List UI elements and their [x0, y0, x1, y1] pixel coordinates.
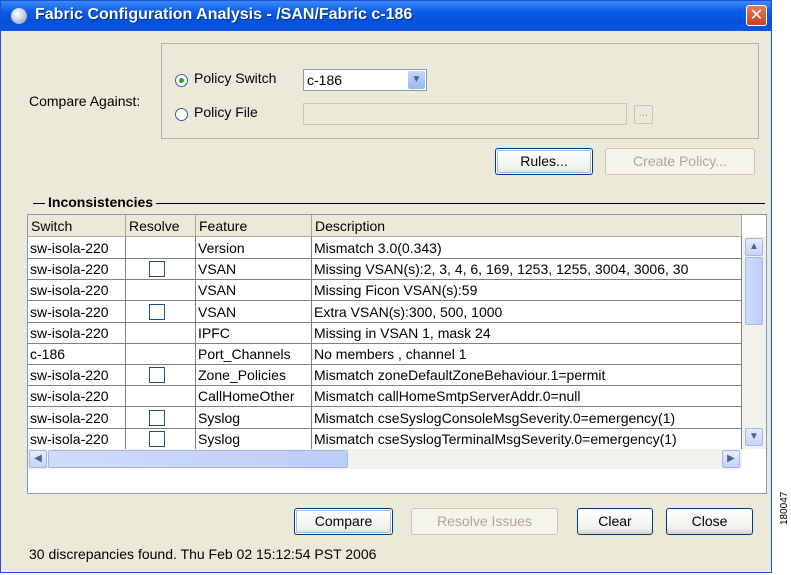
inconsistencies-table[interactable]: Switch Resolve Feature Description sw-is… [27, 214, 767, 494]
table-row[interactable]: sw-isola-220 VSAN Missing Ficon VSAN(s):59 [28, 279, 742, 302]
switch-cell: c-186 [28, 343, 126, 365]
app-globe-icon [11, 8, 27, 24]
resolve-checkbox[interactable] [149, 367, 165, 384]
feature-cell: Version [196, 237, 312, 259]
figure-number: 180047 [779, 491, 790, 525]
switch-cell: sw-isola-220 [28, 237, 126, 259]
switch-cell: sw-isola-220 [28, 364, 126, 387]
description-cell: Mismatch zoneDefaultZoneBehaviour.1=perm… [312, 364, 742, 387]
table-header: Switch Resolve Feature Description [28, 215, 742, 237]
table-row[interactable]: sw-isola-220 CallHomeOther Mismatch callHo… [28, 385, 742, 408]
feature-cell: IPFC [196, 321, 312, 344]
column-header-switch[interactable]: Switch [28, 215, 126, 237]
resolve-issues-button[interactable]: Resolve Issues [411, 508, 558, 535]
scroll-down-icon[interactable]: ▼ [745, 428, 763, 446]
description-cell: Missing Ficon VSAN(s):59 [312, 279, 742, 302]
policy-switch-radio[interactable] [175, 74, 188, 87]
table-row[interactable]: sw-isola-220 Version Mismatch 3.0(0.343) [28, 237, 742, 260]
browse-file-button[interactable]: ... [634, 105, 653, 124]
feature-cell: CallHomeOther [196, 385, 312, 408]
resolve-cell [126, 258, 196, 281]
description-cell: Mismatch callHomeSmtpServerAddr.0=null [312, 385, 742, 408]
switch-cell: sw-isola-220 [28, 321, 126, 344]
chevron-down-icon[interactable]: ▼ [408, 71, 425, 89]
status-text: 30 discrepancies found. Thu Feb 02 15:12… [29, 546, 377, 562]
switch-cell: sw-isola-220 [28, 279, 126, 302]
policy-switch-label: Policy Switch [194, 70, 277, 86]
feature-cell: Syslog [196, 406, 312, 429]
fabric-config-analysis-window: Fabric Configuration Analysis - /SAN/Fab… [0, 0, 772, 573]
feature-cell: Syslog [196, 427, 312, 450]
policy-file-radio[interactable] [175, 108, 188, 121]
switch-cell: sw-isola-220 [28, 258, 126, 281]
description-cell: Mismatch cseSyslogTerminalMsgSeverity.0=… [312, 427, 742, 450]
policy-file-field[interactable] [303, 103, 627, 125]
switch-cell: sw-isola-220 [28, 427, 126, 450]
feature-cell: VSAN [196, 300, 312, 323]
feature-cell: VSAN [196, 279, 312, 302]
compare-button[interactable]: Compare [294, 508, 393, 535]
resolve-cell [126, 385, 196, 408]
close-icon[interactable]: ✕ [746, 5, 767, 26]
resolve-checkbox[interactable] [149, 430, 165, 447]
feature-cell: Port_Channels [196, 343, 312, 365]
vertical-scrollbar[interactable]: ▲ ▼ [742, 237, 766, 449]
description-cell: Mismatch 3.0(0.343) [312, 237, 742, 259]
column-header-description[interactable]: Description [312, 215, 742, 237]
resolve-cell [126, 343, 196, 365]
clear-button[interactable]: Clear [577, 508, 653, 535]
resolve-cell [126, 279, 196, 302]
description-cell: Extra VSAN(s):300, 500, 1000 [312, 300, 742, 323]
table-row[interactable]: sw-isola-220 IPFC Missing in VSAN 1, mask … [28, 321, 742, 345]
policy-file-label: Policy File [194, 104, 258, 120]
title-bar[interactable]: Fabric Configuration Analysis - /SAN/Fab… [1, 1, 771, 31]
resolve-checkbox[interactable] [149, 303, 165, 320]
table-row[interactable]: c-186 Port_Channels No members , channel 1 [28, 343, 742, 366]
resolve-cell [126, 300, 196, 323]
resolve-checkbox[interactable] [149, 409, 165, 426]
horizontal-scrollbar[interactable]: ◀ ▶ [28, 449, 742, 469]
window-title: Fabric Configuration Analysis - /SAN/Fab… [35, 6, 413, 23]
feature-cell: Zone_Policies [196, 364, 312, 387]
policy-switch-value: c-186 [307, 72, 343, 88]
resolve-cell [126, 321, 196, 344]
feature-cell: VSAN [196, 258, 312, 281]
table-row[interactable]: sw-isola-220 Syslog Mismatch cseSyslogTerm… [28, 427, 742, 451]
scroll-right-icon[interactable]: ▶ [722, 450, 740, 468]
switch-cell: sw-isola-220 [28, 406, 126, 429]
resolve-cell [126, 237, 196, 259]
create-policy-button[interactable]: Create Policy... [605, 148, 755, 175]
switch-cell: sw-isola-220 [28, 300, 126, 323]
inconsistencies-title: Inconsistencies [45, 194, 157, 210]
horizontal-scroll-thumb[interactable] [48, 450, 348, 468]
policy-switch-combo[interactable]: c-186 ▼ [303, 69, 427, 91]
close-button[interactable]: Close [666, 508, 753, 535]
description-cell: Missing in VSAN 1, mask 24 [312, 321, 742, 344]
resolve-cell [126, 427, 196, 450]
resolve-cell [126, 364, 196, 387]
rules-button[interactable]: Rules... [495, 148, 593, 175]
scroll-left-icon[interactable]: ◀ [29, 450, 47, 468]
table-row[interactable]: sw-isola-220 VSAN Extra VSAN(s):300, 500, … [28, 300, 742, 324]
compare-against-label: Compare Against: [29, 93, 141, 109]
table-row[interactable]: sw-isola-220 Syslog Mismatch cseSyslogCons… [28, 406, 742, 430]
table-row[interactable]: sw-isola-220 VSAN Missing VSAN(s):2, 3, 4,… [28, 258, 742, 281]
resolve-cell [126, 406, 196, 429]
description-cell: Missing VSAN(s):2, 3, 4, 6, 169, 1253, 1… [312, 258, 742, 281]
description-cell: Mismatch cseSyslogConsoleMsgSeverity.0=e… [312, 406, 742, 429]
description-cell: No members , channel 1 [312, 343, 742, 365]
switch-cell: sw-isola-220 [28, 385, 126, 408]
column-header-resolve[interactable]: Resolve [126, 215, 196, 237]
table-row[interactable]: sw-isola-220 Zone_Policies Mismatch zoneDe… [28, 364, 742, 387]
scroll-up-icon[interactable]: ▲ [745, 238, 763, 256]
resolve-checkbox[interactable] [149, 261, 165, 278]
column-header-feature[interactable]: Feature [196, 215, 312, 237]
vertical-scroll-thumb[interactable] [745, 257, 763, 325]
